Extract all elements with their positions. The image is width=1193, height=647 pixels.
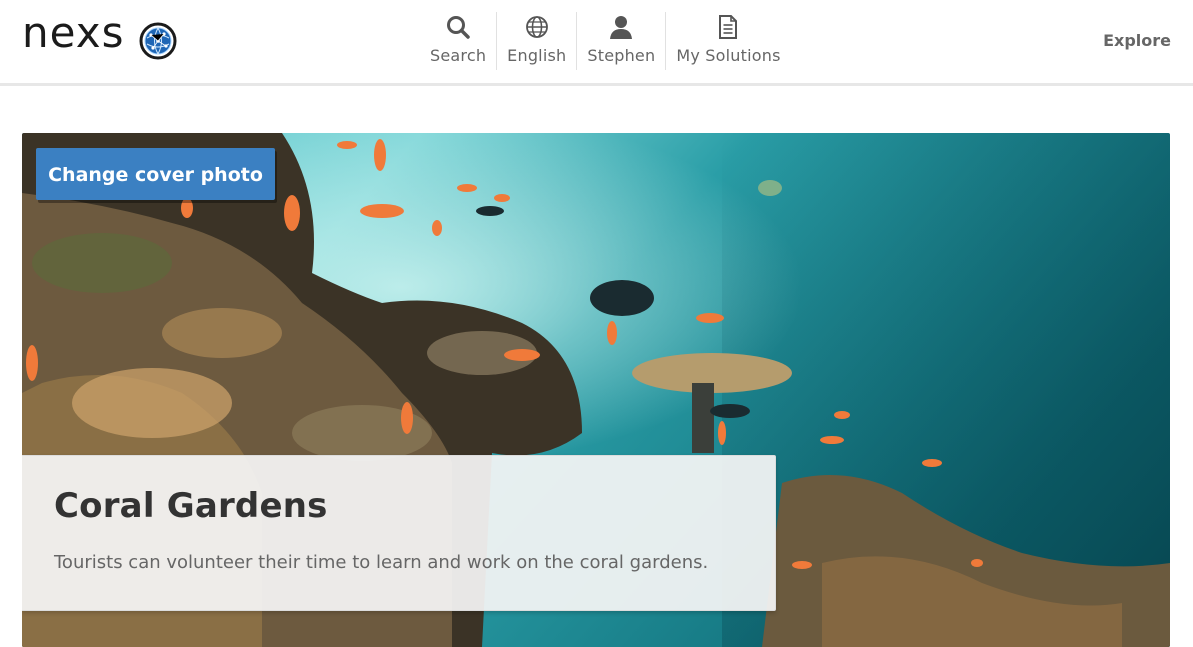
logo-text: nexs (22, 8, 125, 57)
top-header: nexs Search English Stephen My Solutions… (0, 0, 1193, 86)
cover-photo: Change cover photo Coral Gardens Tourist… (22, 133, 1170, 647)
nav-user[interactable]: Stephen (577, 12, 667, 70)
nexso-logo[interactable]: nexs (22, 12, 182, 62)
nav-search-label: Search (430, 46, 487, 65)
project-info-card: Coral Gardens Tourists can volunteer the… (22, 455, 776, 611)
nav-search[interactable]: Search (420, 12, 498, 70)
explore-link[interactable]: Explore (1103, 31, 1171, 50)
project-title: Coral Gardens (54, 486, 328, 526)
nav-my-solutions[interactable]: My Solutions (666, 12, 790, 70)
nav-language-label: English (507, 46, 567, 65)
globe-icon (525, 16, 548, 38)
document-icon (719, 15, 738, 39)
nav-my-solutions-label: My Solutions (676, 46, 781, 65)
change-cover-photo-button[interactable]: Change cover photo (36, 148, 275, 200)
project-description: Tourists can volunteer their time to lea… (54, 552, 709, 573)
nav-language[interactable]: English (497, 12, 578, 70)
main-nav: Search English Stephen My Solutions (420, 12, 791, 70)
logo-globe-icon (139, 22, 177, 60)
search-icon (447, 16, 470, 39)
user-icon (610, 16, 633, 39)
nav-user-label: Stephen (587, 46, 656, 65)
